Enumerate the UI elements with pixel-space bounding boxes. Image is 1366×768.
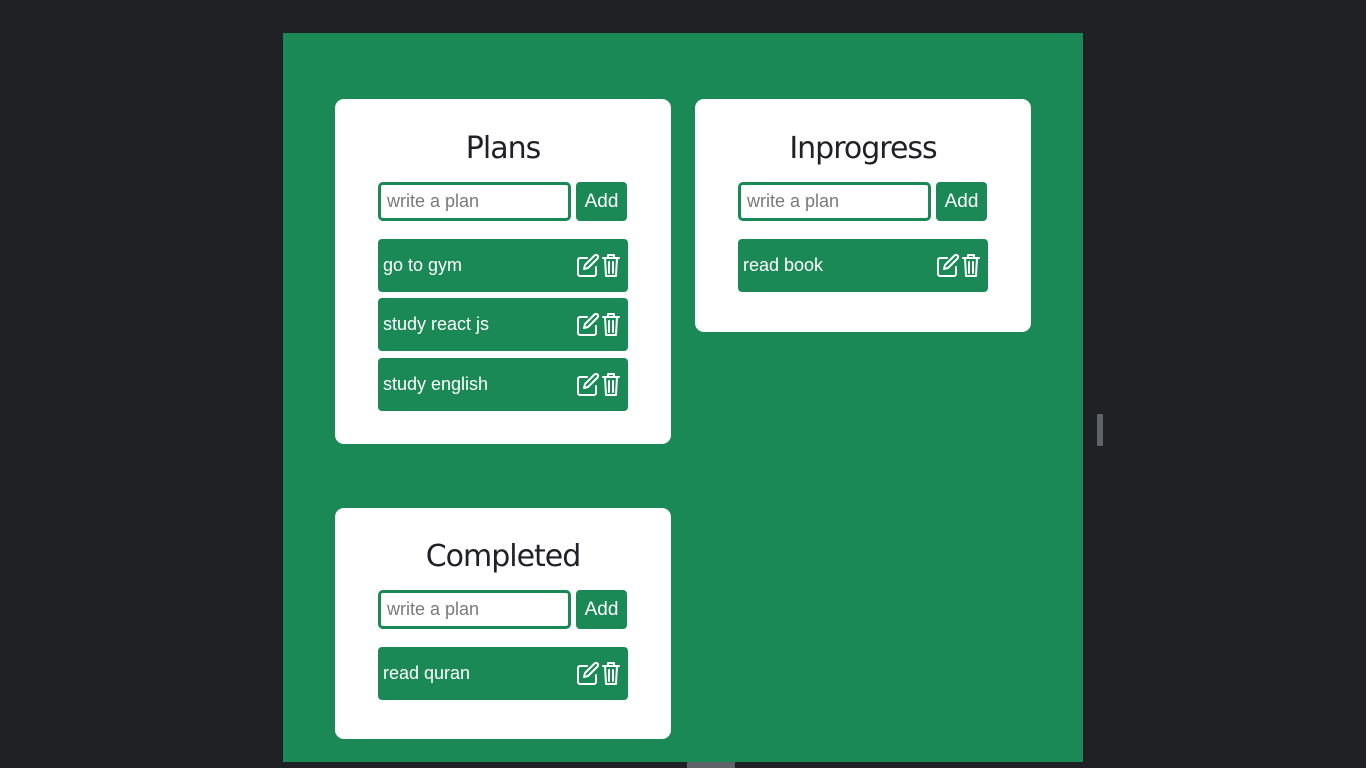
trash-icon[interactable] [601, 371, 625, 398]
board: Plans Add go to gym study react js study… [283, 33, 1083, 762]
task-item: study english [378, 358, 628, 411]
edit-icon[interactable] [576, 311, 600, 338]
task-item: read book [738, 239, 988, 292]
task-label: read quran [383, 663, 471, 683]
plan-input[interactable] [378, 182, 571, 221]
plans-card: Plans Add go to gym study react js study… [335, 99, 671, 444]
task-item: study react js [378, 298, 628, 351]
task-label: go to gym [383, 255, 463, 275]
add-button[interactable]: Add [576, 590, 627, 629]
trash-icon[interactable] [961, 252, 985, 279]
plan-input[interactable] [378, 590, 571, 629]
task-item: read quran [378, 647, 628, 700]
inprogress-card: Inprogress Add read book [695, 99, 1031, 332]
add-button[interactable]: Add [936, 182, 987, 221]
card-title: Completed [425, 539, 582, 574]
horizontal-scrollbar-thumb[interactable] [687, 762, 735, 768]
completed-card: Completed Add read quran [335, 508, 671, 739]
task-label: study react js [383, 314, 490, 334]
edit-icon[interactable] [576, 660, 600, 687]
task-item: go to gym [378, 239, 628, 292]
add-button[interactable]: Add [576, 182, 627, 221]
trash-icon[interactable] [601, 660, 625, 687]
task-label: read book [743, 255, 824, 275]
edit-icon[interactable] [576, 252, 600, 279]
edit-icon[interactable] [576, 371, 600, 398]
card-title: Inprogress [789, 131, 937, 166]
trash-icon[interactable] [601, 311, 625, 338]
plan-input[interactable] [738, 182, 931, 221]
task-label: study english [383, 374, 489, 394]
vertical-scrollbar-thumb[interactable] [1097, 414, 1103, 446]
card-title: Plans [465, 131, 541, 166]
trash-icon[interactable] [601, 252, 625, 279]
edit-icon[interactable] [936, 252, 960, 279]
